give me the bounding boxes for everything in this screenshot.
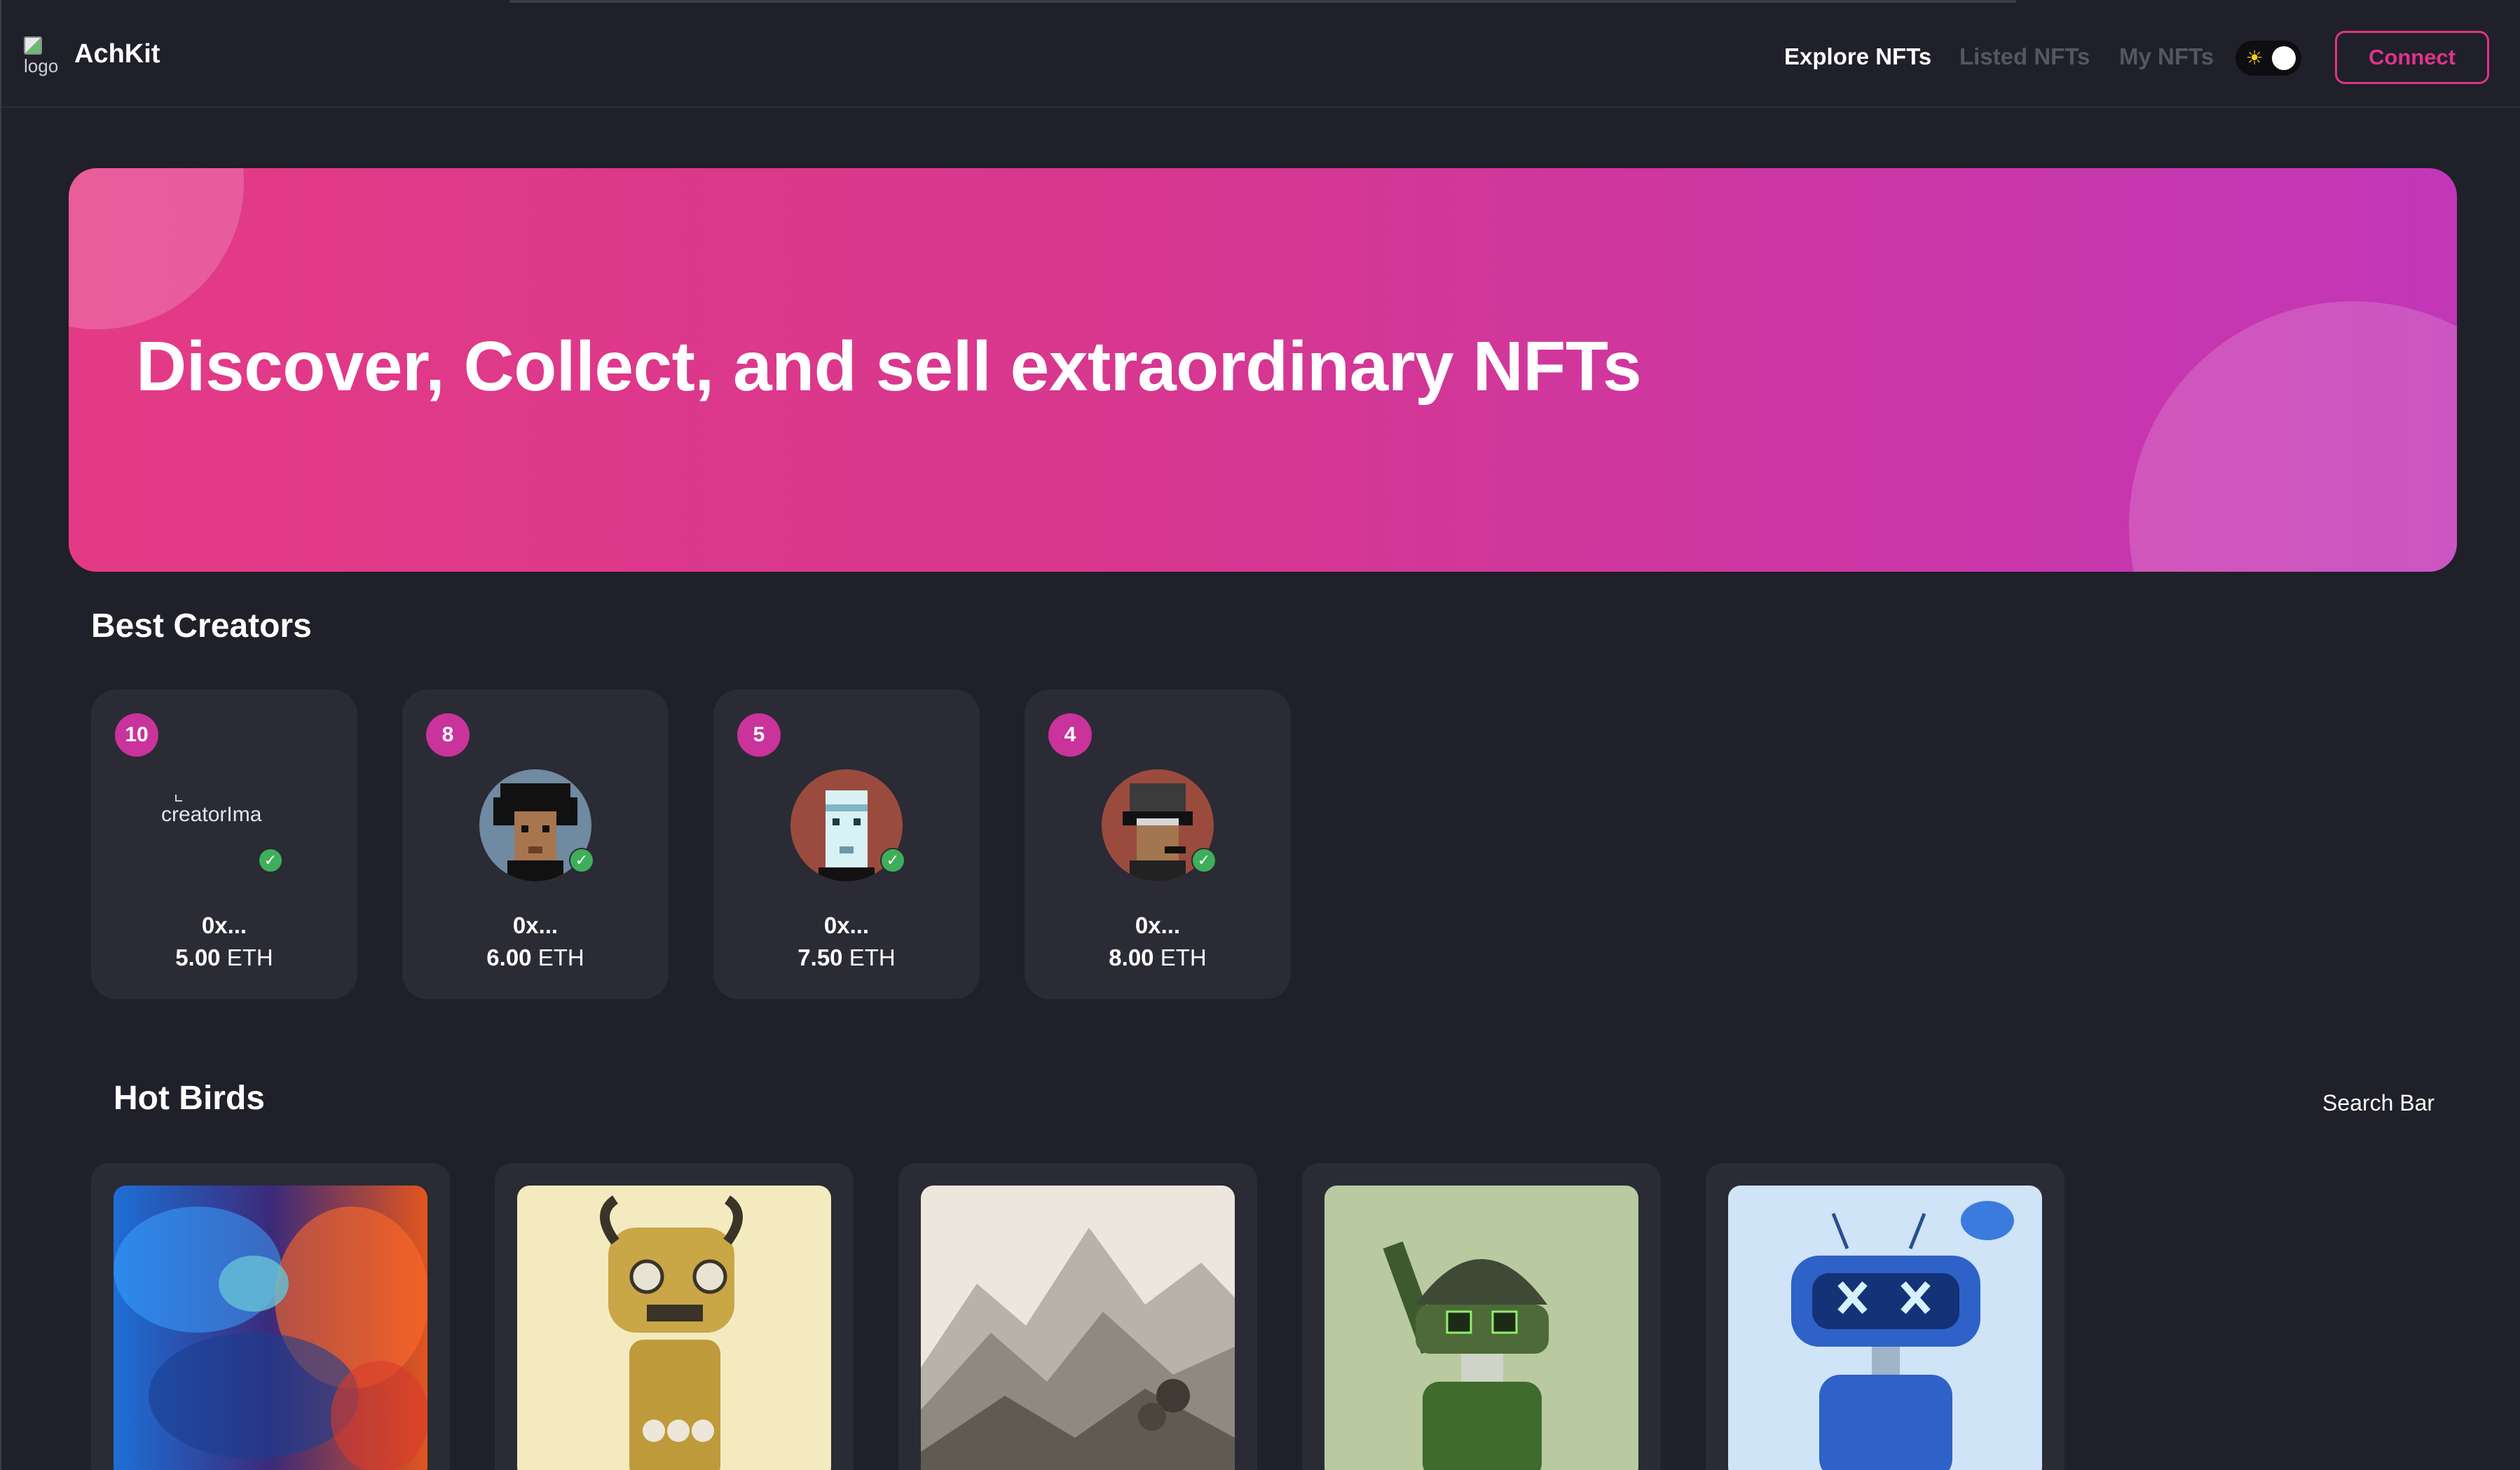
creator-card[interactable]: 5 ✓ 0x... 7.50 ETH — [713, 689, 980, 999]
brand-name[interactable]: AchKit — [74, 39, 160, 69]
hot-birds-title: Hot Birds — [114, 1080, 265, 1117]
hero-banner: Discover, Collect, and sell extraordinar… — [69, 168, 2457, 572]
nft-image — [517, 1186, 831, 1470]
broken-image-icon — [175, 795, 182, 802]
hero-decor-circle — [2129, 301, 2457, 572]
logo-image[interactable]: logo — [24, 36, 67, 80]
creator-volume: 8.00 ETH — [1025, 944, 1291, 971]
nav-explore-nfts[interactable]: Explore NFTs — [1784, 43, 1931, 70]
nft-image — [114, 1186, 427, 1470]
creator-rank-badge: 8 — [426, 713, 470, 757]
nav-my-nfts[interactable]: My NFTs — [2119, 43, 2214, 70]
nft-image — [1324, 1186, 1638, 1470]
creator-amount: 6.00 — [486, 944, 532, 970]
creator-avatar-alt: creatorIma — [161, 803, 262, 826]
creator-card[interactable]: 8 ✓ 0x... 6.00 ETH — [402, 689, 669, 999]
nav-listed-nfts[interactable]: Listed NFTs — [1959, 43, 2090, 70]
nft-card[interactable] — [1706, 1163, 2064, 1470]
connect-button[interactable]: Connect — [2335, 31, 2489, 84]
creator-amount: 8.00 — [1109, 944, 1154, 970]
creator-volume: 7.50 ETH — [713, 944, 980, 971]
creator-address: 0x... — [512, 912, 559, 938]
verified-check-icon: ✓ — [569, 848, 594, 873]
search-bar[interactable]: Search Bar — [2322, 1090, 2435, 1116]
creator-unit: ETH — [1160, 944, 1207, 970]
logo-alt-text: logo — [24, 55, 59, 76]
creator-unit: ETH — [226, 944, 273, 970]
toggle-knob — [2272, 46, 2296, 70]
creator-address: 0x... — [201, 912, 247, 938]
creator-unit: ETH — [537, 944, 584, 970]
top-navbar: logo AchKit Explore NFTs Listed NFTs My … — [1, 0, 2520, 108]
creator-volume: 5.00 ETH — [91, 944, 357, 971]
nft-card[interactable] — [1302, 1163, 1661, 1470]
creator-avatar: creatorIma — [161, 795, 261, 827]
app-page: logo AchKit Explore NFTs Listed NFTs My … — [0, 0, 2520, 1470]
broken-image-icon — [24, 36, 42, 55]
verified-check-icon: ✓ — [880, 848, 905, 873]
nft-image — [921, 1186, 1235, 1470]
creator-address: 0x... — [1135, 912, 1181, 938]
creator-unit: ETH — [849, 944, 896, 970]
hero-decor-circle — [69, 168, 244, 329]
verified-check-icon: ✓ — [1191, 848, 1217, 873]
creator-card[interactable]: 4 ✓ 0x... 8.00 ETH — [1025, 689, 1291, 999]
nft-card[interactable] — [898, 1163, 1257, 1470]
creator-address: 0x... — [823, 912, 870, 938]
creator-amount: 5.00 — [175, 944, 221, 970]
verified-check-icon: ✓ — [258, 848, 283, 873]
creator-volume: 6.00 ETH — [402, 944, 669, 971]
nft-card[interactable] — [91, 1163, 450, 1470]
nft-card[interactable] — [495, 1163, 854, 1470]
creator-rank-badge: 10 — [115, 713, 158, 757]
theme-toggle[interactable]: ☀ — [2235, 41, 2301, 76]
creator-amount: 7.50 — [797, 944, 843, 970]
best-creators-title: Best Creators — [91, 607, 312, 645]
nft-image — [1728, 1186, 2042, 1470]
creator-rank-badge: 5 — [737, 713, 781, 757]
creator-rank-badge: 4 — [1048, 713, 1092, 757]
sun-icon: ☀ — [2245, 47, 2264, 69]
creator-card[interactable]: 10 creatorIma ✓ 0x... 5.00 ETH — [91, 689, 357, 999]
hero-title: Discover, Collect, and sell extraordinar… — [136, 327, 1642, 406]
